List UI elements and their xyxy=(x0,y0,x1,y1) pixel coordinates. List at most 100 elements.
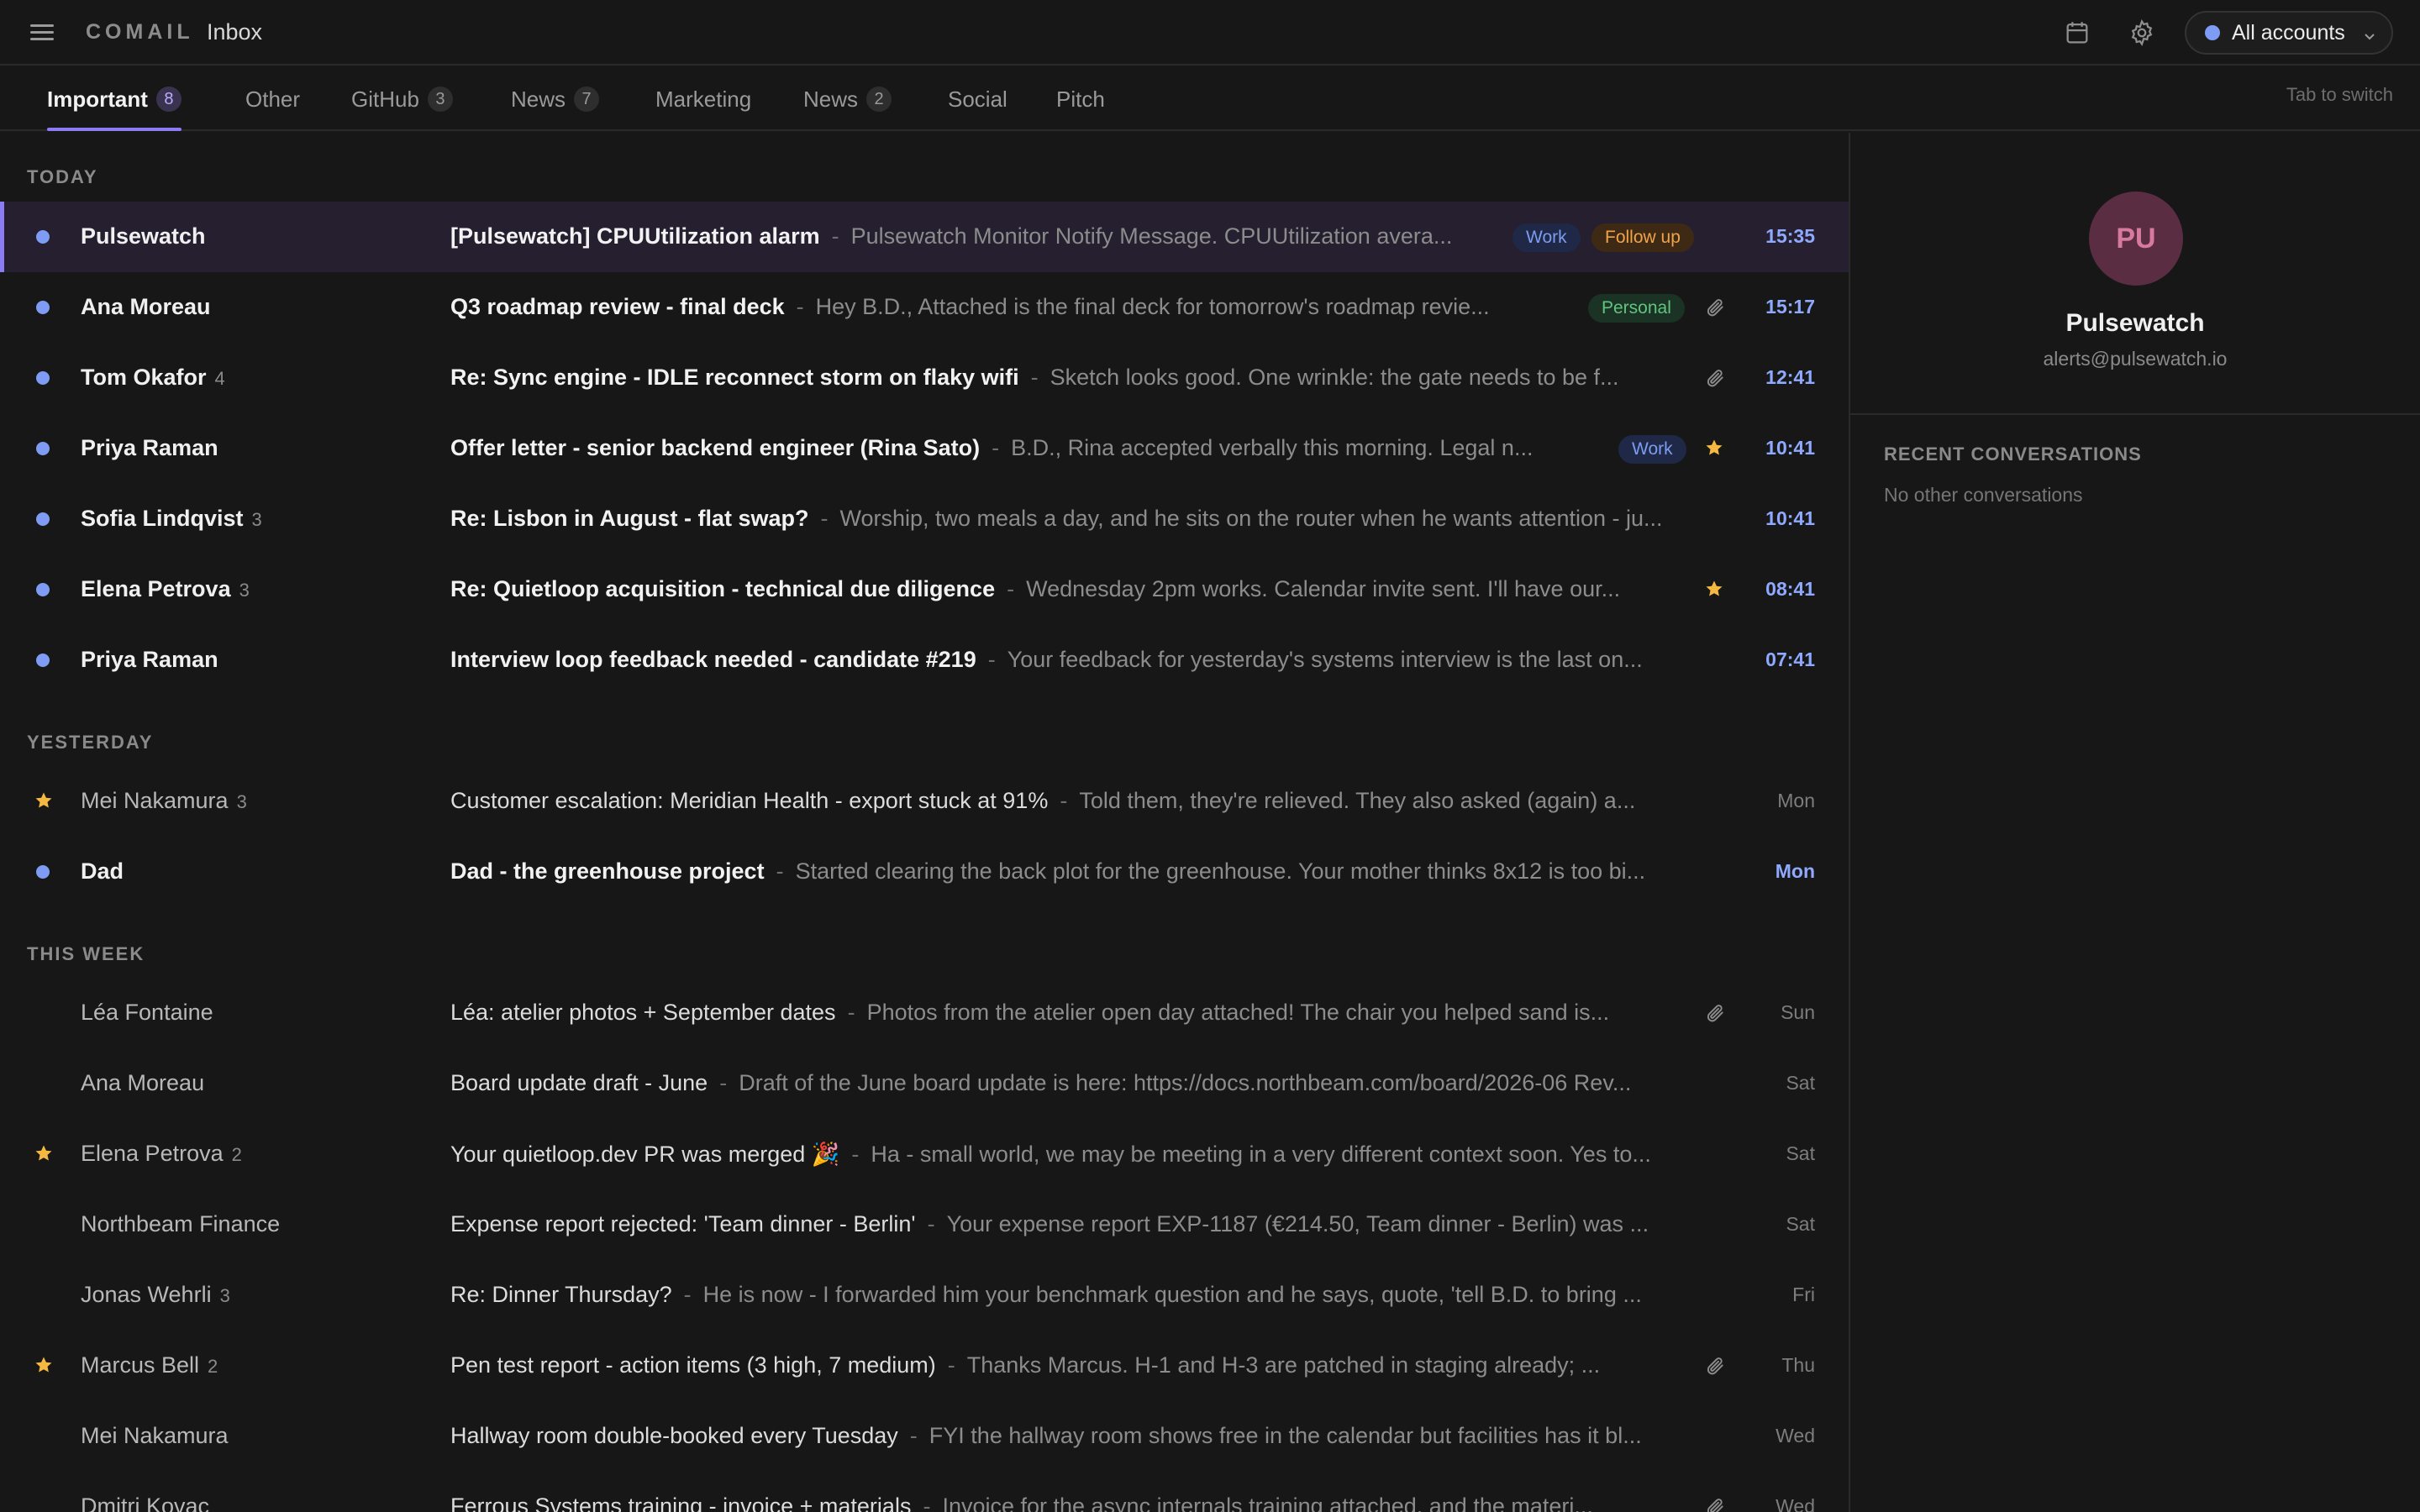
accounts-label: All accounts xyxy=(2232,20,2345,45)
email-row[interactable]: Ana Moreau Board update draft - June - Draf… xyxy=(0,1048,1849,1119)
tab-marketing[interactable]: Marketing xyxy=(655,67,751,131)
label-chip[interactable]: Work xyxy=(1618,435,1686,464)
email-row[interactable]: Jonas Wehrli 3 Re: Dinner Thursday? - He is … xyxy=(0,1260,1849,1331)
email-subject: Customer escalation: Meridian Health - e… xyxy=(450,788,1049,813)
label-chip[interactable]: Follow up xyxy=(1591,223,1694,252)
star-icon[interactable] xyxy=(1704,438,1726,459)
calendar-icon[interactable] xyxy=(2063,18,2091,47)
star-icon[interactable] xyxy=(1704,579,1726,601)
email-subject: Board update draft - June xyxy=(450,1070,708,1095)
divider xyxy=(1850,413,2420,415)
separator: - xyxy=(831,223,839,249)
email-row[interactable]: Mei Nakamura Hallway room double-booked e… xyxy=(0,1401,1849,1472)
sender-name: Mei Nakamura xyxy=(81,1423,229,1449)
sender-label: Marcus Bell xyxy=(81,1352,200,1378)
attachment-icon xyxy=(1704,1002,1726,1024)
label-chip[interactable]: Work xyxy=(1512,223,1581,252)
unread-dot xyxy=(36,654,50,667)
unread-dot xyxy=(36,371,50,385)
email-subject: Your quietloop.dev PR was merged 🎉 xyxy=(450,1142,840,1167)
email-time: Sat xyxy=(1786,1213,1815,1235)
email-snippet: Sketch looks good. One wrinkle: the gate… xyxy=(1050,365,1619,390)
email-row[interactable]: Léa Fontaine Léa: atelier photos + Septem… xyxy=(0,978,1849,1048)
tab-news[interactable]: News 7 xyxy=(511,67,600,131)
email-time: 07:41 xyxy=(1765,648,1815,670)
tab-github[interactable]: GitHub 3 xyxy=(351,67,453,131)
thread-count: 2 xyxy=(231,1144,242,1165)
email-preview: Re: Sync engine - IDLE reconnect storm o… xyxy=(450,365,1682,393)
email-row[interactable]: Elena Petrova 3 Re: Quietloop acquisition … xyxy=(0,554,1849,625)
email-row[interactable]: Dmitri Kovac Ferrous Systems training - i… xyxy=(0,1472,1849,1512)
unread-dot xyxy=(36,442,50,455)
email-preview: Offer letter - senior backend engineer (… xyxy=(450,435,1603,464)
sender-name: Marcus Bell 2 xyxy=(81,1352,218,1378)
sender-label: Léa Fontaine xyxy=(81,1000,213,1025)
sender-name: Dad xyxy=(81,858,124,885)
sender-label: Dmitri Kovac xyxy=(81,1494,210,1512)
email-time: 15:17 xyxy=(1765,296,1815,318)
sender-name: Elena Petrova 2 xyxy=(81,1141,242,1167)
menu-icon[interactable] xyxy=(30,23,55,43)
tab-pitch[interactable]: Pitch xyxy=(1056,67,1105,131)
attachment-icon xyxy=(1704,367,1726,389)
separator: - xyxy=(923,1494,931,1512)
separator: - xyxy=(927,1211,935,1236)
email-row[interactable]: Elena Petrova 2 Your quietloop.dev PR was … xyxy=(0,1119,1849,1189)
email-snippet: Started clearing the back plot for the g… xyxy=(795,858,1646,884)
gear-icon[interactable] xyxy=(2128,18,2156,47)
tab-news-2[interactable]: News 2 xyxy=(803,67,892,131)
email-snippet: B.D., Rina accepted verbally this mornin… xyxy=(1011,435,1534,460)
email-time: 08:41 xyxy=(1765,578,1815,600)
tab-count-badge: 8 xyxy=(155,87,182,112)
email-subject: Léa: atelier photos + September dates xyxy=(450,1000,836,1025)
tab-other[interactable]: Other xyxy=(245,67,300,131)
sender-label: Elena Petrova xyxy=(81,576,231,601)
email-time: Sun xyxy=(1781,1001,1815,1023)
tab-count-badge: 7 xyxy=(574,87,600,112)
separator: - xyxy=(1007,576,1015,601)
email-subject: Ferrous Systems training - invoice + mat… xyxy=(450,1494,912,1512)
email-time: Fri xyxy=(1792,1284,1815,1305)
sender-name: Priya Raman xyxy=(81,647,218,673)
email-preview: Dad - the greenhouse project - Started cle… xyxy=(450,858,1707,887)
contact-email[interactable]: alerts@pulsewatch.io xyxy=(1850,348,2420,370)
email-row[interactable]: Priya Raman Work Offer letter - senior bac… xyxy=(0,413,1849,484)
email-row[interactable]: Northbeam Finance Expense report rejected… xyxy=(0,1189,1849,1260)
email-row[interactable]: Pulsewatch Follow up Work [Pulsewatch] CPUU… xyxy=(0,202,1849,272)
accounts-dropdown[interactable]: All accounts xyxy=(2185,11,2393,55)
email-snippet: Thanks Marcus. H-1 and H-3 are patched i… xyxy=(966,1352,1601,1378)
tab-important[interactable]: Important 8 xyxy=(47,67,182,131)
sender-label: Ana Moreau xyxy=(81,1070,205,1095)
email-row[interactable]: Mei Nakamura 3 Customer escalation: Meridi… xyxy=(0,766,1849,837)
tab-social[interactable]: Social xyxy=(948,67,1007,131)
email-row[interactable]: Sofia Lindqvist 3 Re: Lisbon in August - f… xyxy=(0,484,1849,554)
email-snippet: He is now - I forwarded him your benchma… xyxy=(702,1282,1642,1307)
label-chip[interactable]: Personal xyxy=(1588,294,1685,323)
star-icon[interactable] xyxy=(34,1143,54,1163)
email-row[interactable]: Priya Raman Interview loop feedback neede… xyxy=(0,625,1849,696)
star-icon[interactable] xyxy=(34,790,54,811)
chevron-down-icon xyxy=(2361,24,2378,41)
email-subject: Q3 roadmap review - final deck xyxy=(450,294,785,319)
email-snippet: Hey B.D., Attached is the final deck for… xyxy=(815,294,1490,319)
email-time: 10:41 xyxy=(1765,507,1815,529)
email-row[interactable]: Ana Moreau Personal Q3 roadmap review - fi… xyxy=(0,272,1849,343)
unread-dot xyxy=(36,865,50,879)
email-preview: Re: Quietloop acquisition - technical du… xyxy=(450,576,1682,605)
email-snippet: Photos from the atelier open day attache… xyxy=(866,1000,1610,1025)
separator: - xyxy=(851,1142,860,1167)
email-row[interactable]: Dad Dad - the greenhouse project - Started … xyxy=(0,837,1849,907)
star-icon[interactable] xyxy=(34,1355,54,1375)
thread-count: 3 xyxy=(236,791,247,812)
sender-name: Mei Nakamura 3 xyxy=(81,788,247,814)
email-subject: Re: Sync engine - IDLE reconnect storm o… xyxy=(450,365,1019,390)
email-row[interactable]: Tom Okafor 4 Re: Sync engine - IDLE reconn… xyxy=(0,343,1849,413)
tab-label: Other xyxy=(245,86,301,112)
email-preview: Your quietloop.dev PR was merged 🎉 - Ha - … xyxy=(450,1141,1707,1169)
email-row[interactable]: Marcus Bell 2 Pen test report - action ite… xyxy=(0,1331,1849,1401)
tab-label: News xyxy=(511,86,566,112)
tab-count-badge: 2 xyxy=(866,87,892,112)
email-preview: Re: Dinner Thursday? - He is now - I forwa… xyxy=(450,1282,1707,1310)
email-preview: Interview loop feedback needed - candida… xyxy=(450,647,1707,675)
email-time: Wed xyxy=(1776,1425,1815,1446)
